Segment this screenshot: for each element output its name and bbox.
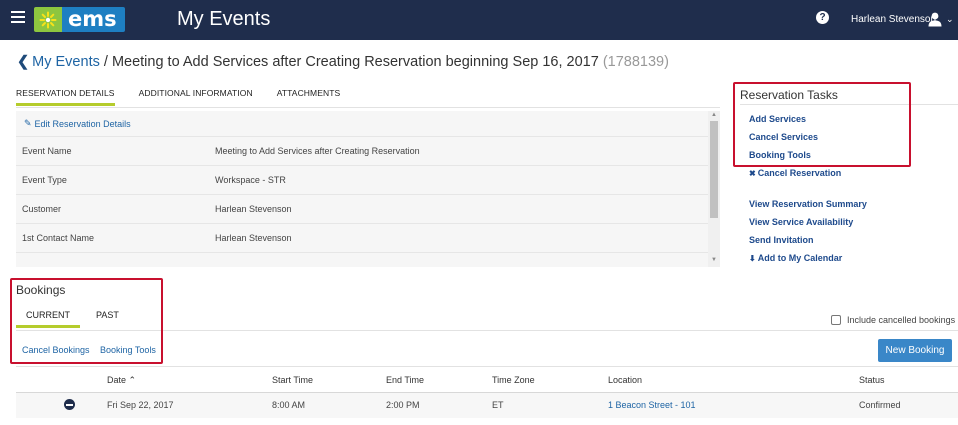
breadcrumb: ❮ My Events / Meeting to Add Services aft… — [17, 54, 669, 70]
add-to-calendar-label: Add to My Calendar — [757, 253, 843, 263]
details-scrollbar[interactable]: ▲ ▼ — [708, 111, 720, 267]
page-title: My Events — [177, 8, 271, 30]
scrollbar-thumb[interactable] — [710, 121, 718, 218]
cell-time-zone: ET — [492, 400, 504, 410]
new-booking-button[interactable]: New Booking — [878, 339, 952, 362]
view-reservation-summary-link[interactable]: View Reservation Summary — [749, 199, 867, 209]
user-name[interactable]: Harlean Stevenson — [851, 14, 936, 25]
cell-status: Confirmed — [859, 400, 901, 410]
detail-value: Meeting to Add Services after Creating R… — [215, 146, 420, 156]
detail-label: 1st Contact Name — [22, 233, 95, 243]
tab-additional-information[interactable]: ADDITIONAL INFORMATION — [139, 88, 253, 106]
reservation-tabs: RESERVATION DETAILS ADDITIONAL INFORMATI… — [16, 88, 364, 106]
menu-icon[interactable] — [11, 11, 25, 25]
cancel-reservation-link[interactable]: ✖ Cancel Reservation — [749, 168, 841, 178]
user-icon[interactable] — [927, 11, 943, 27]
column-header-time-zone[interactable]: Time Zone — [492, 375, 535, 385]
detail-value: Harlean Stevenson — [215, 233, 292, 243]
detail-label: Customer — [22, 204, 62, 214]
download-icon: ⬇ — [749, 254, 756, 263]
reservation-details-panel: ✎ Edit Reservation Details Event Name Me… — [16, 111, 708, 267]
edit-reservation-details-link[interactable]: ✎ Edit Reservation Details — [16, 111, 708, 137]
detail-label: Phone — [16, 262, 215, 267]
highlight-box-tasks — [733, 82, 911, 167]
scroll-down-icon[interactable]: ▼ — [711, 257, 717, 263]
column-header-location[interactable]: Location — [608, 375, 642, 385]
column-header-date[interactable]: Date ⌃ — [107, 375, 136, 386]
cell-end-time: 2:00 PM — [386, 400, 420, 410]
breadcrumb-separator: / — [99, 54, 112, 70]
divider — [16, 107, 720, 108]
reservation-title: Meeting to Add Services after Creating R… — [111, 54, 599, 70]
detail-value: Workspace - STR — [215, 175, 286, 185]
top-bar: ems My Events ? Harlean Stevenson ⌄ — [0, 0, 958, 40]
help-icon[interactable]: ? — [816, 11, 829, 24]
detail-row-customer: Customer Harlean Stevenson — [16, 195, 708, 224]
cell-start-time: 8:00 AM — [272, 400, 306, 410]
close-icon: ✖ — [749, 169, 756, 178]
detail-label: Event Type — [22, 175, 67, 185]
cell-date: Fri Sep 22, 2017 — [107, 400, 174, 410]
send-invitation-link[interactable]: Send Invitation — [749, 235, 814, 245]
column-header-status[interactable]: Status — [859, 375, 885, 385]
detail-row-phone: Phone — [16, 253, 708, 267]
view-service-availability-link[interactable]: View Service Availability — [749, 217, 853, 227]
logo-text: ems — [62, 7, 125, 32]
tab-reservation-details[interactable]: RESERVATION DETAILS — [16, 88, 115, 106]
divider — [16, 366, 958, 367]
remove-booking-icon[interactable] — [64, 399, 75, 410]
detail-row-event-name: Event Name Meeting to Add Services after… — [16, 137, 708, 166]
reservation-id: (1788139) — [602, 54, 669, 70]
column-header-end-time[interactable]: End Time — [386, 375, 424, 385]
detail-value: Harlean Stevenson — [215, 204, 292, 214]
highlight-box-bookings — [10, 278, 163, 364]
include-cancelled-label: Include cancelled bookings — [847, 315, 956, 325]
detail-row-contact-name: 1st Contact Name Harlean Stevenson — [16, 224, 708, 253]
column-header-start-time[interactable]: Start Time — [272, 375, 313, 385]
cell-location-link[interactable]: 1 Beacon Street - 101 — [608, 400, 696, 410]
tab-attachments[interactable]: ATTACHMENTS — [277, 88, 341, 106]
chevron-down-icon[interactable]: ⌄ — [946, 14, 954, 25]
logo-sunburst-icon — [34, 7, 62, 32]
detail-label: Event Name — [22, 146, 72, 156]
include-cancelled-checkbox[interactable] — [831, 315, 841, 325]
pencil-icon: ✎ — [24, 118, 32, 128]
edit-reservation-details-label: Edit Reservation Details — [34, 118, 131, 129]
breadcrumb-back-link[interactable]: My Events — [32, 54, 100, 70]
ems-logo[interactable]: ems — [34, 7, 125, 32]
add-to-calendar-link[interactable]: ⬇ Add to My Calendar — [749, 253, 842, 263]
scroll-up-icon[interactable]: ▲ — [711, 112, 717, 118]
detail-row-event-type: Event Type Workspace - STR — [16, 166, 708, 195]
cancel-reservation-label: Cancel Reservation — [757, 168, 842, 178]
chevron-left-icon[interactable]: ❮ — [17, 54, 29, 70]
